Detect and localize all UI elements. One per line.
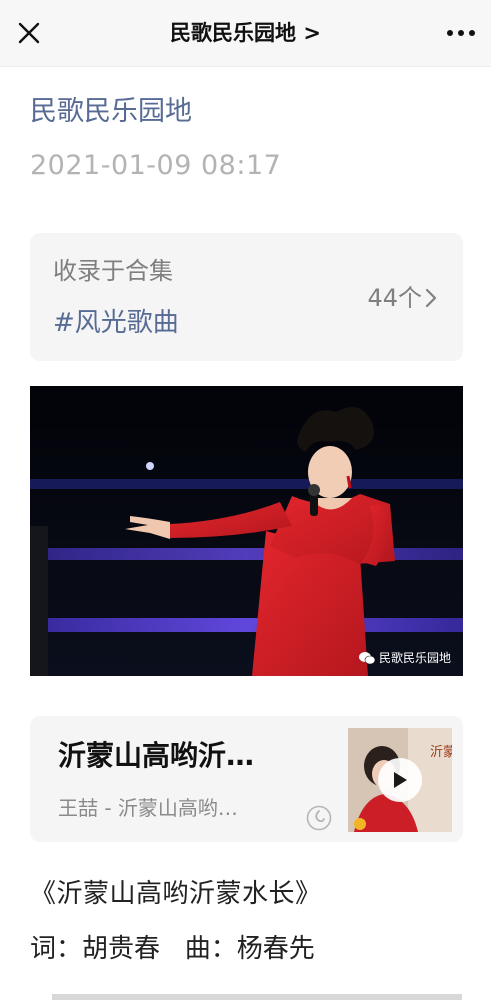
play-button[interactable] bbox=[378, 758, 422, 802]
collection-label: 收录于合集 bbox=[53, 257, 173, 285]
album-cover[interactable]: 沂蒙 bbox=[348, 728, 452, 832]
performer-photo-image bbox=[30, 386, 463, 676]
wechat-icon bbox=[358, 651, 375, 664]
svg-text:沂蒙: 沂蒙 bbox=[430, 745, 452, 760]
song-credits-text: 词：胡贵春 曲：杨春先 bbox=[30, 934, 315, 964]
music-app-icon bbox=[306, 805, 332, 831]
account-title-link[interactable]: 民歌民乐园地 > bbox=[0, 18, 491, 48]
collection-card[interactable]: 收录于合集 #风光歌曲 44个 bbox=[30, 233, 463, 361]
song-title-text: 《沂蒙山高哟沂蒙水长》 bbox=[30, 879, 322, 909]
music-card[interactable]: 沂蒙山高哟沂… 王喆 - 沂蒙山高哟… 沂蒙 bbox=[30, 716, 463, 842]
music-artist-album: 王喆 - 沂蒙山高哟… bbox=[58, 796, 238, 820]
publish-timestamp: 2021-01-09 08:17 bbox=[30, 150, 282, 181]
photo-watermark: 民歌民乐园地 bbox=[358, 649, 451, 666]
top-navigation-bar: 民歌民乐园地 > bbox=[0, 0, 491, 67]
collection-count-text: 44个 bbox=[367, 284, 422, 312]
play-icon bbox=[394, 772, 407, 788]
partial-content-edge bbox=[52, 994, 462, 1000]
article-photo[interactable]: 民歌民乐园地 bbox=[30, 386, 463, 676]
photo-watermark-text: 民歌民乐园地 bbox=[378, 651, 451, 665]
collection-count[interactable]: 44个 bbox=[367, 281, 437, 315]
more-dots-icon[interactable] bbox=[445, 24, 477, 42]
music-title: 沂蒙山高哟沂… bbox=[58, 739, 255, 772]
account-name-link[interactable]: 民歌民乐园地 bbox=[30, 92, 192, 132]
chevron-right-icon bbox=[425, 288, 437, 308]
collection-tag[interactable]: #风光歌曲 bbox=[53, 304, 179, 342]
